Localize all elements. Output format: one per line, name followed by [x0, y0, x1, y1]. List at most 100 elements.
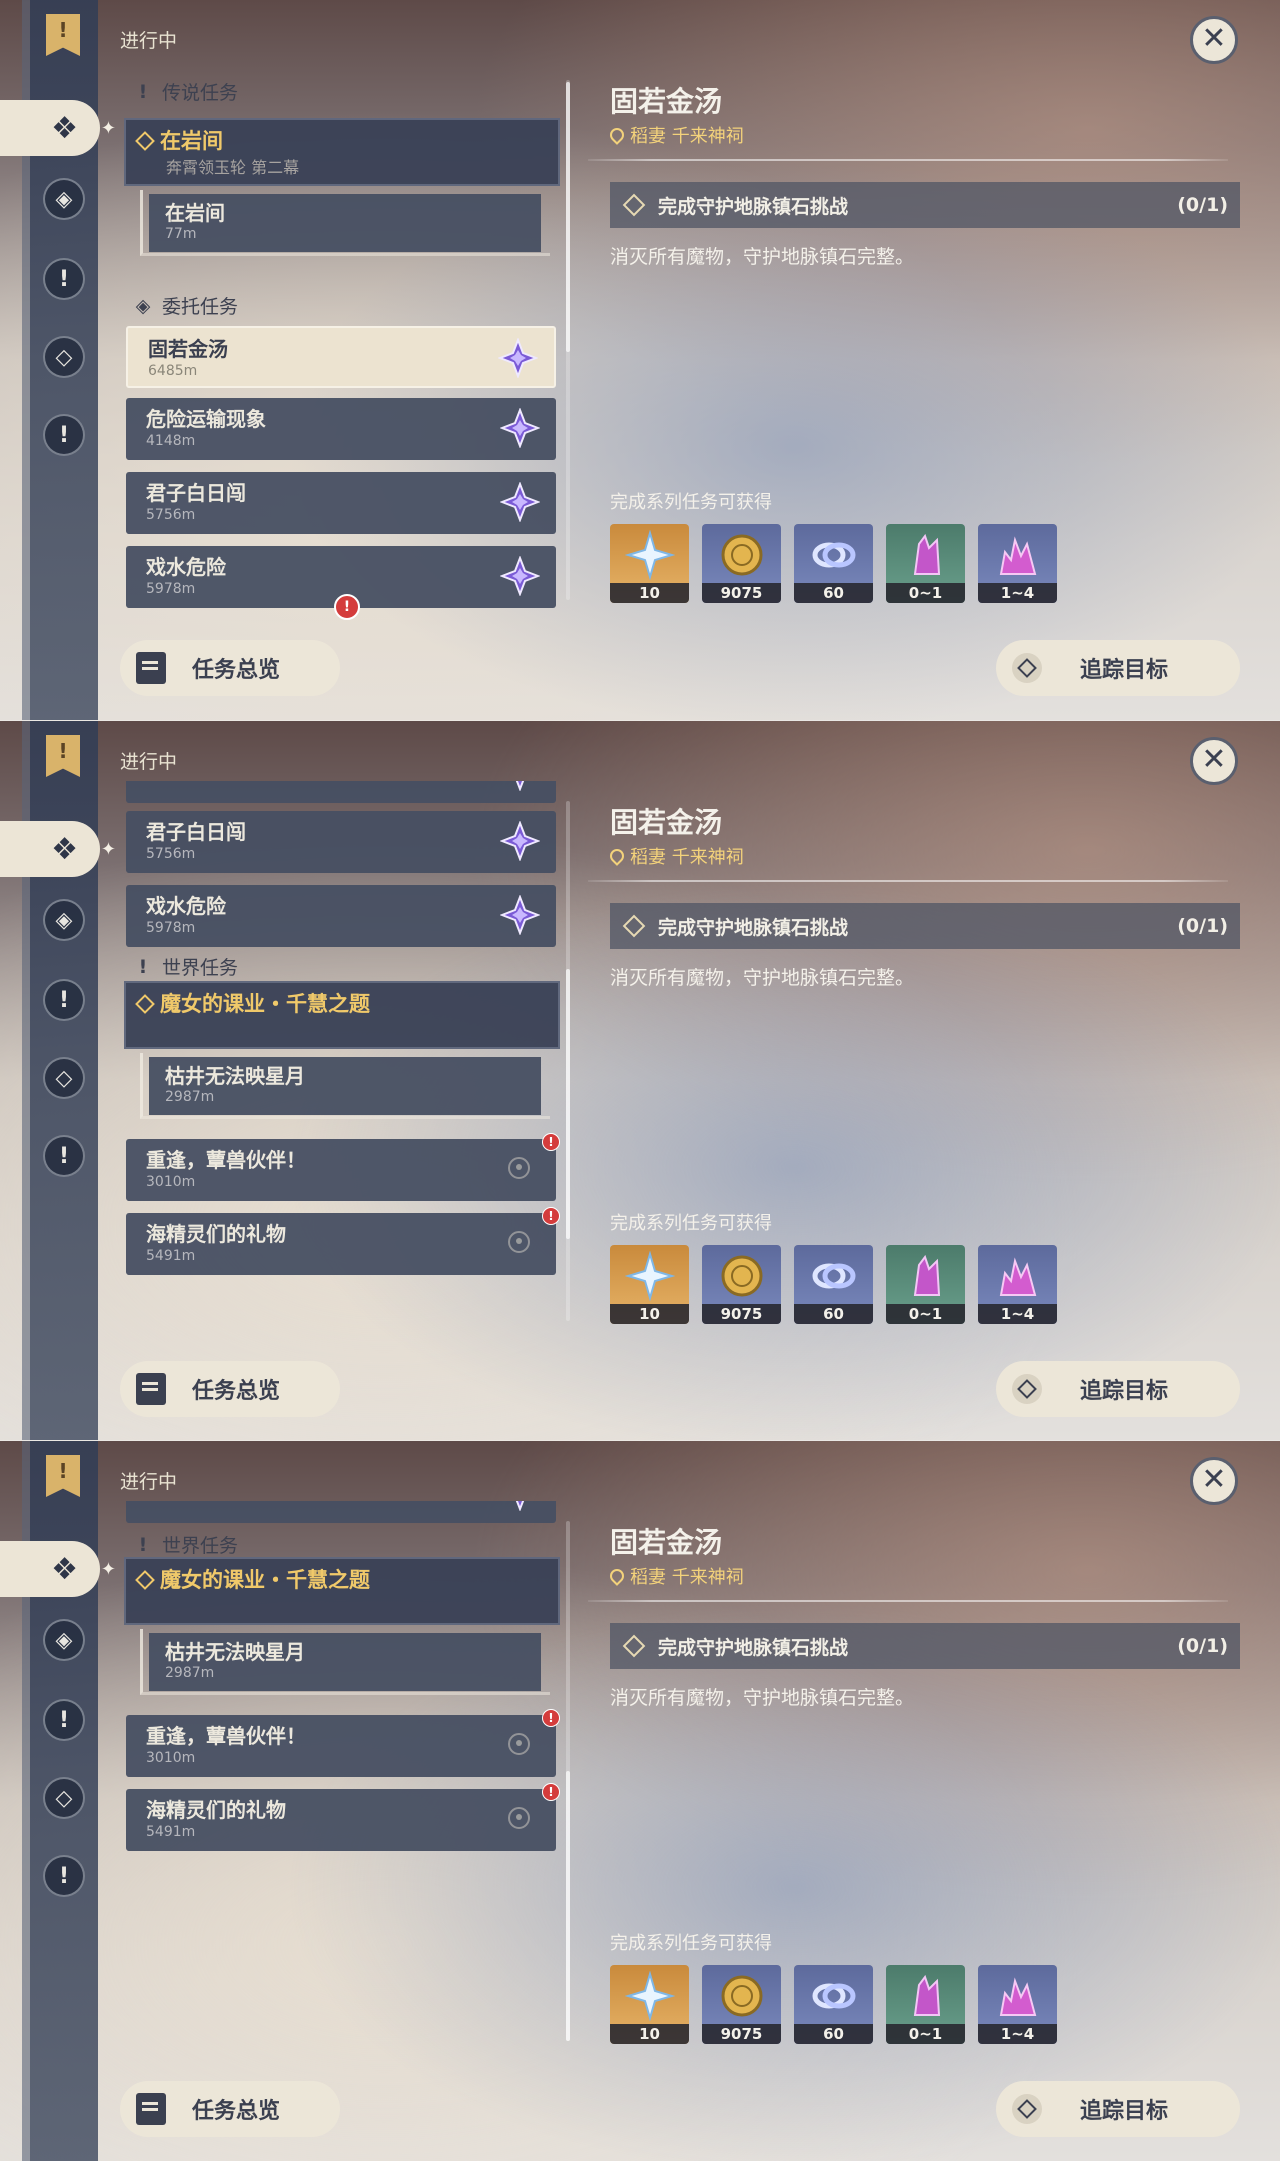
quest-distance: 5756m — [146, 846, 196, 862]
world-quest-icon[interactable]: ! — [43, 414, 85, 456]
story-quest-icon[interactable]: ! — [43, 1699, 85, 1741]
archon-quest-icon[interactable]: ◈ — [43, 1619, 85, 1661]
quest-diamond-icon — [135, 1570, 155, 1590]
commission-star-icon — [500, 482, 540, 522]
track-target-button[interactable]: 追踪目标 — [996, 1361, 1240, 1417]
quest-card[interactable]: 4148m — [126, 781, 556, 803]
commission-quest-icon[interactable]: ◇ — [43, 1057, 85, 1099]
quest-distance: 6485m — [148, 363, 198, 379]
section-label: 委托任务 — [162, 296, 239, 318]
quest-card[interactable]: 重逢，蕈兽伙伴！ 3010m ! — [126, 1709, 560, 1777]
locate-icon[interactable] — [508, 1733, 530, 1755]
quest-card[interactable]: 君子白日闯 5756m — [126, 472, 556, 534]
scrollbar-thumb[interactable] — [566, 1771, 570, 2041]
track-diamond-icon — [1012, 1374, 1042, 1404]
reward-ore[interactable]: 0~1 — [886, 1245, 965, 1324]
ore-icon — [913, 1974, 940, 2016]
quest-card[interactable]: 危险运输现象 4148m — [126, 398, 556, 460]
all-quests-tab[interactable]: ❖ — [0, 821, 116, 877]
locate-icon[interactable] — [508, 1231, 530, 1253]
quest-title: 君子白日闯 — [146, 481, 246, 505]
quest-parent-world[interactable]: 魔女的课业・千慧之题 — [124, 981, 560, 1049]
quest-title: 枯井无法映星月 — [165, 1064, 305, 1088]
close-button[interactable]: ✕ — [1190, 16, 1238, 64]
close-button[interactable]: ✕ — [1190, 1457, 1238, 1505]
world-quest-icon[interactable]: ! — [43, 1135, 85, 1177]
quest-parent-world[interactable]: 魔女的课业・千慧之题 — [124, 1557, 560, 1625]
quest-list[interactable]: 4148m 君子白日闯 5756m 戏水危险 5978m ! 世界任务 魔女的课… — [120, 781, 560, 1341]
quest-card[interactable]: 重逢，蕈兽伙伴！ 3010m ! — [126, 1133, 560, 1201]
reward-mora[interactable]: 9075 — [702, 524, 781, 603]
reward-adventure-exp[interactable]: 60 — [794, 1965, 873, 2044]
reward-crystal[interactable]: 1~4 — [978, 524, 1057, 603]
reward-crystal[interactable]: 1~4 — [978, 1245, 1057, 1324]
all-quests-tab[interactable]: ❖ — [0, 100, 116, 156]
ore-icon — [913, 533, 940, 575]
quest-card-selected[interactable]: 固若金汤 6485m — [126, 326, 556, 388]
alert-icon: ! — [542, 1207, 560, 1225]
quest-card[interactable]: 戏水危险 5978m ! — [126, 546, 556, 620]
quest-card[interactable]: 5978m — [126, 1501, 556, 1523]
quest-subtitle: 奔霄领玉轮 第二幕 — [166, 158, 300, 177]
quest-list[interactable]: ! 传说任务 在岩间 奔霄领玉轮 第二幕 在岩间 77m ◈ 委托任务 固若金汤… — [120, 60, 560, 620]
quest-step[interactable]: 枯井无法映星月 2987m — [140, 1053, 550, 1119]
exclamation-icon: ! — [138, 955, 148, 978]
reward-crystal[interactable]: 1~4 — [978, 1965, 1057, 2044]
commission-diamond-icon: ◈ — [135, 294, 151, 317]
quest-location: 稻妻 千来神祠 — [607, 843, 744, 869]
scrollbar-thumb[interactable] — [566, 82, 570, 352]
world-quest-icon[interactable]: ! — [43, 1855, 85, 1897]
objective-text: 完成守护地脉镇石挑战 — [658, 916, 849, 939]
quest-distance: 2987m — [165, 1665, 215, 1681]
locate-icon[interactable] — [508, 1807, 530, 1829]
crystal-icon — [999, 536, 1036, 575]
alert-icon: ! — [334, 594, 360, 620]
reward-primogem[interactable]: 10 — [610, 524, 689, 603]
story-quest-icon[interactable]: ! — [43, 258, 85, 300]
quest-card[interactable]: 戏水危险 5978m — [126, 885, 556, 947]
all-quests-tab[interactable]: ❖ — [0, 1541, 116, 1597]
reward-count: 9075 — [702, 1304, 781, 1324]
scrollbar-thumb[interactable] — [566, 969, 570, 1239]
track-target-button[interactable]: 追踪目标 — [996, 2081, 1240, 2137]
quest-parent-legend[interactable]: 在岩间 奔霄领玉轮 第二幕 — [124, 118, 560, 186]
button-label: 追踪目标 — [1080, 2099, 1169, 2124]
reward-count: 60 — [794, 1304, 873, 1324]
reward-adventure-exp[interactable]: 60 — [794, 524, 873, 603]
quest-overview-button[interactable]: 任务总览 — [120, 2081, 340, 2137]
quest-card[interactable]: 海精灵们的礼物 5491m ! — [126, 1207, 560, 1275]
button-label: 追踪目标 — [1080, 658, 1169, 683]
quest-overview-button[interactable]: 任务总览 — [120, 1361, 340, 1417]
reward-count: 0~1 — [886, 583, 965, 603]
quest-title: 在岩间 — [165, 201, 225, 225]
reward-mora[interactable]: 9075 — [702, 1965, 781, 2044]
button-label: 追踪目标 — [1080, 1379, 1169, 1404]
quest-title: 枯井无法映星月 — [165, 1640, 305, 1664]
quest-list[interactable]: 5978m ! 世界任务 魔女的课业・千慧之题 枯井无法映星月 2987m 重逢… — [120, 1501, 560, 2061]
close-button[interactable]: ✕ — [1190, 737, 1238, 785]
quest-step[interactable]: 在岩间 77m — [140, 190, 550, 256]
divider — [588, 880, 1228, 882]
reward-primogem[interactable]: 10 — [610, 1245, 689, 1324]
commission-quest-icon[interactable]: ◇ — [43, 1777, 85, 1819]
reward-adventure-exp[interactable]: 60 — [794, 1245, 873, 1324]
story-quest-icon[interactable]: ! — [43, 979, 85, 1021]
quest-card[interactable]: 君子白日闯 5756m — [126, 811, 556, 873]
location-text: 稻妻 千来神祠 — [630, 847, 744, 868]
track-target-button[interactable]: 追踪目标 — [996, 640, 1240, 696]
archon-quest-icon[interactable]: ◈ — [43, 899, 85, 941]
quest-card[interactable]: 海精灵们的礼物 5491m ! — [126, 1783, 560, 1851]
reward-ore[interactable]: 0~1 — [886, 524, 965, 603]
quest-distance: 5756m — [146, 507, 196, 523]
location-text: 稻妻 千来神祠 — [630, 126, 744, 147]
reward-primogem[interactable]: 10 — [610, 1965, 689, 2044]
objective-diamond-icon — [622, 193, 646, 217]
reward-mora[interactable]: 9075 — [702, 1245, 781, 1324]
quest-distance: 77m — [165, 226, 197, 242]
quest-overview-button[interactable]: 任务总览 — [120, 640, 340, 696]
locate-icon[interactable] — [508, 1157, 530, 1179]
quest-step[interactable]: 枯井无法映星月 2987m — [140, 1629, 550, 1695]
reward-ore[interactable]: 0~1 — [886, 1965, 965, 2044]
archon-quest-icon[interactable]: ◈ — [43, 178, 85, 220]
commission-quest-icon[interactable]: ◇ — [43, 336, 85, 378]
